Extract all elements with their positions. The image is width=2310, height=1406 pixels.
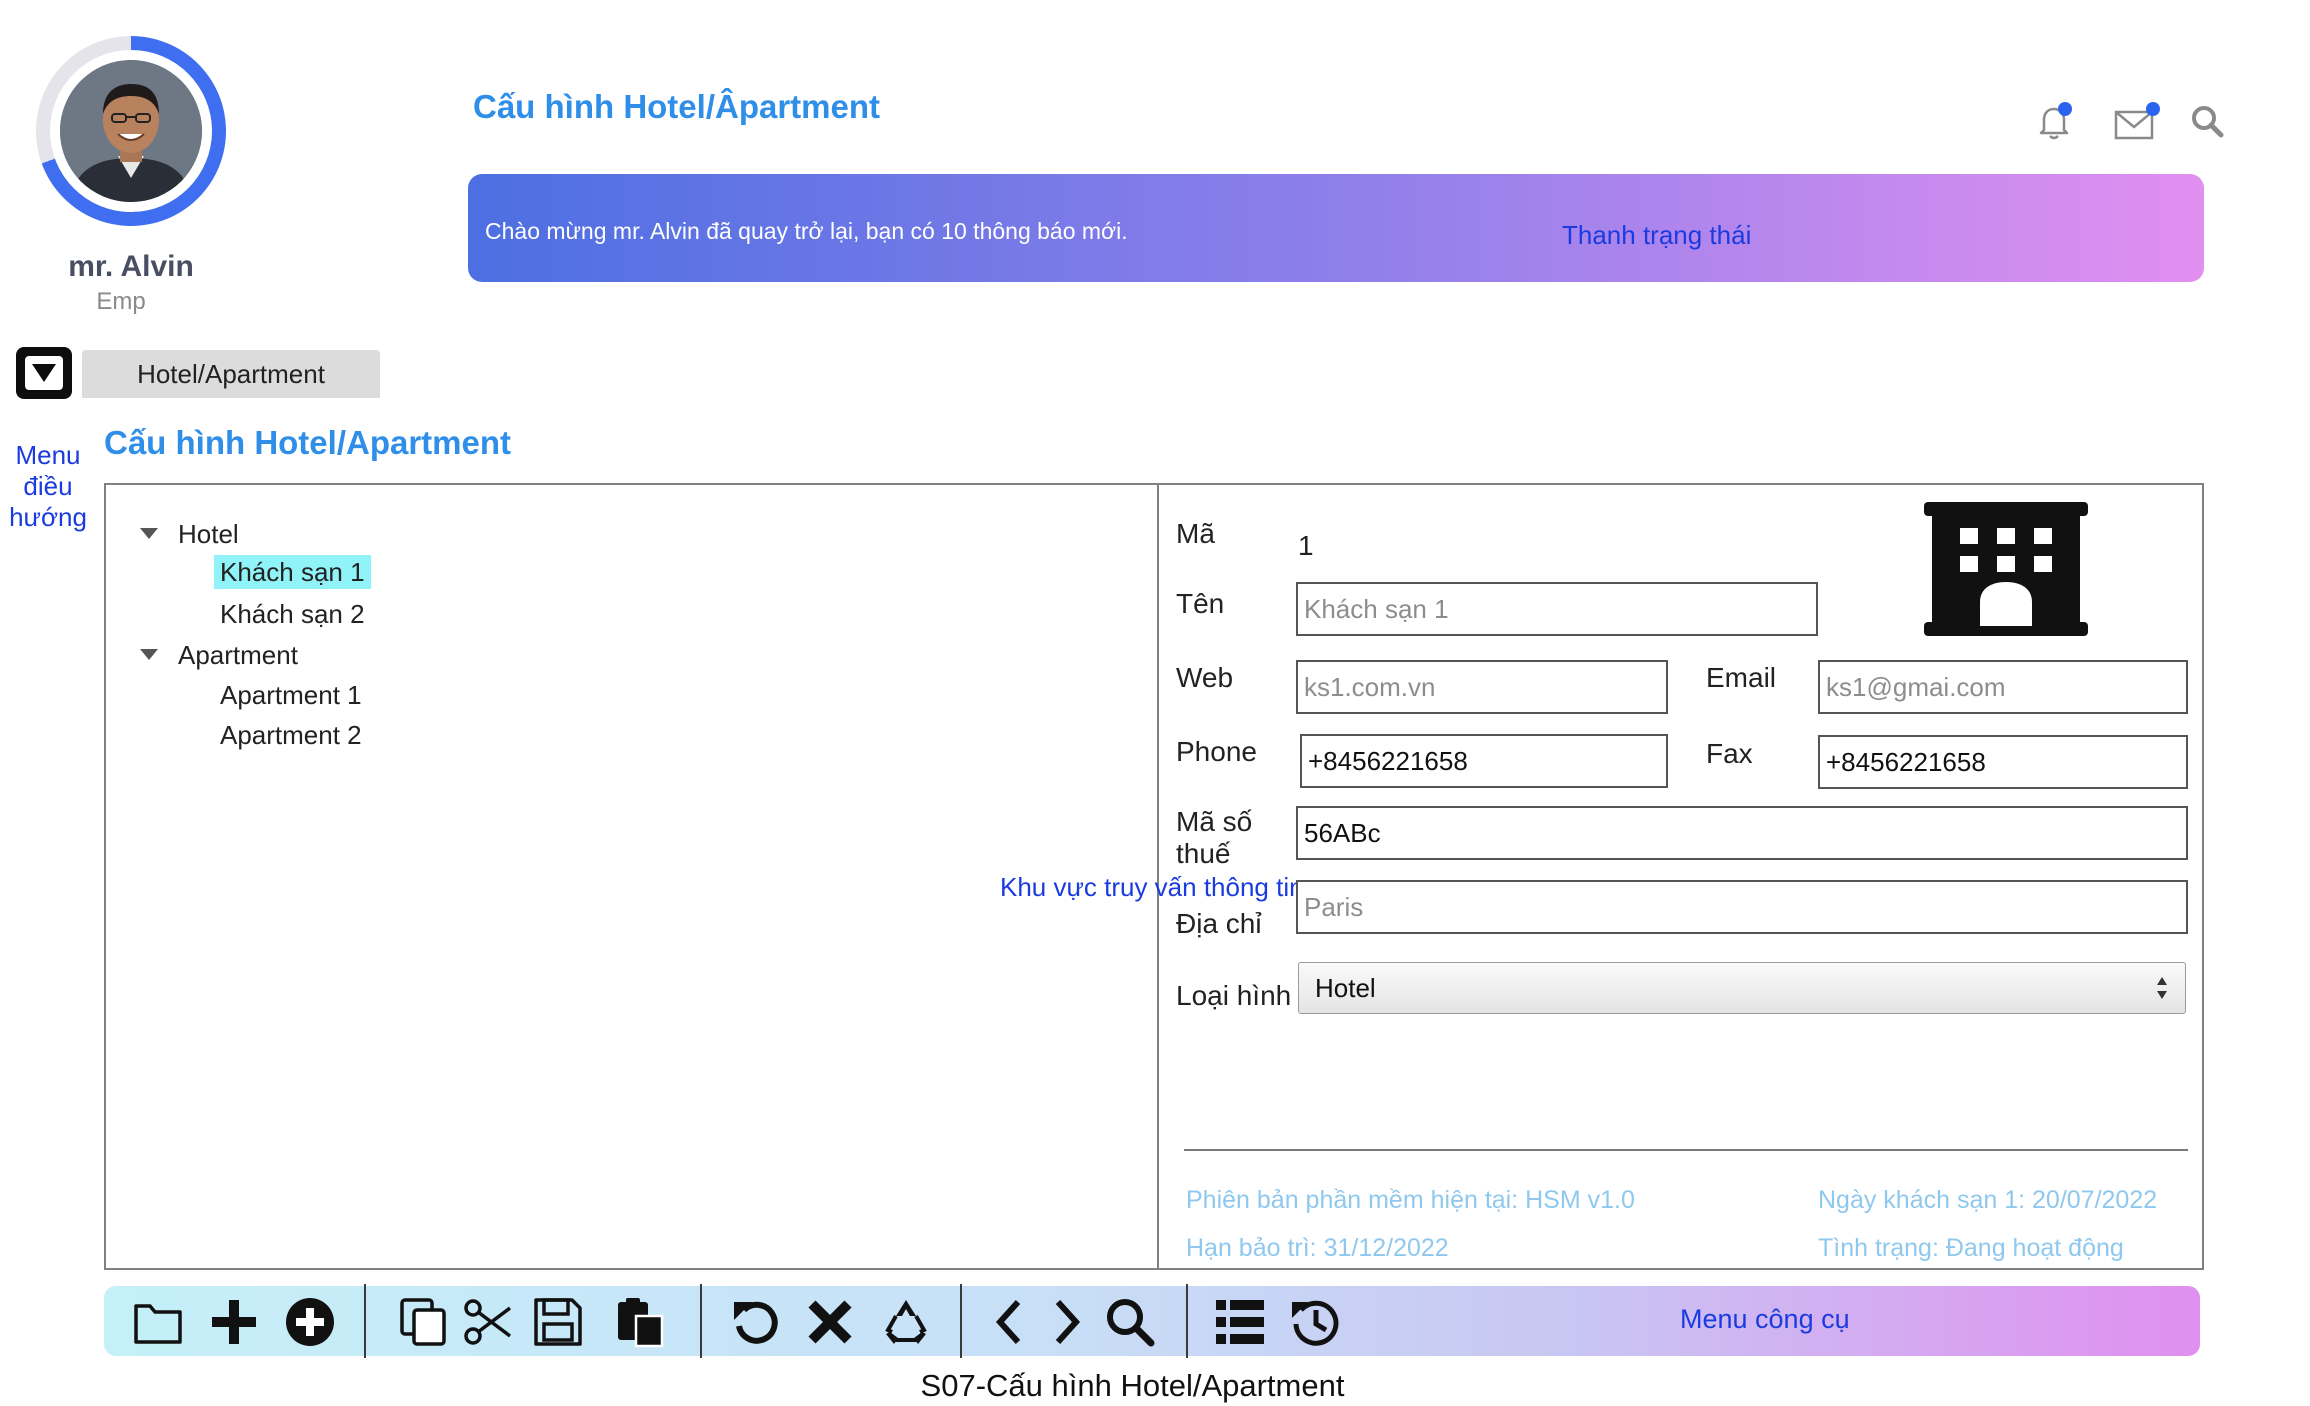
bell-icon[interactable] (2032, 100, 2076, 144)
undo-icon[interactable] (730, 1296, 782, 1348)
delete-icon[interactable] (804, 1296, 856, 1348)
status-message: Chào mừng mr. Alvin đã quay trở lại, bạn… (485, 218, 1128, 244)
maintenance-info: Hạn bảo trì: 31/12/2022 (1186, 1234, 1449, 1262)
name-field[interactable] (1296, 582, 1818, 636)
dropdown-arrow-icon (32, 364, 56, 382)
section-title: Cấu hình Hotel/Apartment (104, 424, 512, 461)
query-area-label: Khu vực truy vấn thông tin (1000, 872, 1304, 902)
web-field[interactable] (1296, 660, 1668, 714)
ma-value: 1 (1298, 530, 1314, 561)
tool-menu-label: Menu công cụ (1680, 1304, 1850, 1334)
fax-field[interactable] (1818, 735, 2188, 789)
tax-code-field[interactable] (1296, 806, 2188, 860)
type-select-value: Hotel (1315, 972, 1376, 1003)
list-icon[interactable] (1214, 1296, 1266, 1348)
type-select[interactable]: Hotel (1298, 962, 2186, 1014)
email-field[interactable] (1818, 660, 2188, 714)
ma-label: Mã (1176, 518, 1215, 549)
footer-divider (1184, 1149, 2188, 1151)
breadcrumb-tab[interactable]: Hotel/Apartment (82, 350, 380, 398)
chevron-right-icon[interactable] (1040, 1296, 1092, 1348)
copy-icon[interactable] (398, 1296, 450, 1348)
page-title: Cấu hình Hotel/Âpartment (473, 88, 881, 125)
email-label: Email (1706, 662, 1777, 693)
plus-icon[interactable] (208, 1296, 260, 1348)
recycle-icon[interactable] (880, 1296, 932, 1348)
avatar-photo (60, 60, 202, 202)
select-arrows-icon (2157, 977, 2167, 999)
ten-label: Tên (1176, 588, 1225, 619)
status-bar-label: Thanh trạng thái (1562, 220, 1752, 250)
hotel-date-info: Ngày khách sạn 1: 20/07/2022 (1818, 1186, 2158, 1214)
search-icon[interactable] (1104, 1296, 1156, 1348)
address-label: Địa chỉ (1176, 908, 1262, 939)
screen-caption: S07-Cấu hình Hotel/Apartment (920, 1368, 1345, 1403)
user-role: Emp (96, 288, 146, 315)
folder-icon[interactable] (132, 1296, 184, 1348)
phone-label: Phone (1176, 736, 1257, 767)
caret-down-icon[interactable] (140, 649, 158, 660)
phone-field[interactable] (1300, 734, 1668, 788)
caret-down-icon[interactable] (140, 528, 158, 539)
nav-menu-label: Menu điều hướng (9, 440, 87, 532)
add-circle-icon[interactable] (284, 1296, 336, 1348)
tree-node-hotel[interactable]: Hotel (178, 519, 239, 550)
save-icon[interactable] (532, 1296, 584, 1348)
tree-item-khach-san-2[interactable]: Khách sạn 2 (220, 599, 365, 630)
search-icon[interactable] (2188, 102, 2232, 146)
web-label: Web (1176, 662, 1234, 693)
address-field[interactable] (1296, 880, 2188, 934)
menu-toggle-button[interactable] (16, 347, 72, 399)
tree-node-apartment[interactable]: Apartment (178, 640, 298, 671)
tree-item-khach-san-1[interactable]: Khách sạn 1 (214, 555, 371, 589)
history-icon[interactable] (1290, 1296, 1342, 1348)
scissors-icon[interactable] (462, 1296, 514, 1348)
user-name: mr. Alvin (68, 250, 194, 283)
version-info: Phiên bản phần mềm hiện tại: HSM v1.0 (1186, 1186, 1635, 1214)
tax-label-line1: Mã số (1176, 806, 1253, 837)
tree-item-apartment-2[interactable]: Apartment 2 (220, 720, 362, 751)
avatar[interactable] (36, 36, 226, 226)
chevron-left-icon[interactable] (984, 1296, 1036, 1348)
building-icon (1924, 502, 2088, 636)
fax-label: Fax (1706, 738, 1753, 769)
tree-item-apartment-1[interactable]: Apartment 1 (220, 680, 362, 711)
tax-label-line2: thuế (1176, 838, 1231, 869)
paste-icon[interactable] (614, 1296, 666, 1348)
status-info: Tình trạng: Đang hoạt động (1818, 1234, 2124, 1262)
type-label: Loại hình (1176, 980, 1292, 1011)
mail-icon[interactable] (2112, 100, 2160, 144)
